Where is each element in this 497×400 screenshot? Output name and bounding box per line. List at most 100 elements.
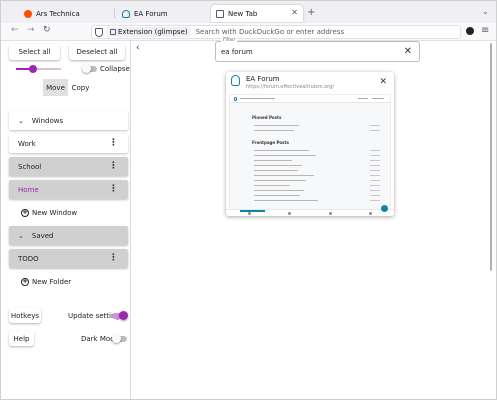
window-item-label: School: [18, 162, 42, 171]
thumbnail-post-line: [254, 170, 298, 171]
thumbnail-post-meta: [370, 155, 380, 156]
more-options-icon[interactable]: ⋮: [109, 161, 118, 171]
ars-technica-favicon-icon: [24, 9, 32, 18]
thumbnail-post-meta: [370, 125, 380, 126]
browser-window: Ars Technica EA Forum New Tab ✕ + ⌄ ← → …: [0, 0, 497, 400]
toggle-knob: [82, 64, 91, 73]
thumbnail-post-meta: [370, 175, 380, 176]
tab-label: New Tab: [228, 9, 258, 18]
window-item-school[interactable]: School ⋮: [9, 157, 128, 176]
hotkeys-button[interactable]: Hotkeys: [9, 308, 41, 323]
update-settings-toggle[interactable]: [112, 311, 128, 320]
filter-value: ea forum: [221, 48, 253, 56]
glimpse-sidebar: Select all Deselect all Collapse Move Co…: [1, 41, 131, 399]
move-mode-button[interactable]: Move: [43, 79, 68, 96]
thumbnail-post-meta: [370, 185, 380, 186]
zoom-slider-handle[interactable]: [29, 65, 37, 73]
new-window-label: New Window: [32, 208, 78, 217]
thumbnail-post-line: [254, 130, 294, 131]
deselect-all-button[interactable]: Deselect all: [69, 44, 125, 60]
more-options-icon[interactable]: ⋮: [109, 138, 118, 148]
thumbnail-post-line: [254, 155, 316, 156]
dark-mode-toggle[interactable]: [112, 334, 127, 343]
saved-section-header[interactable]: ⌄ Saved: [9, 226, 128, 245]
filter-input[interactable]: Filter ea forum ✕: [215, 37, 420, 62]
thumbnail-post-meta: [370, 170, 380, 171]
github-extension-icon[interactable]: [466, 27, 474, 35]
tab-preview-card[interactable]: EA Forum https://forum.effectivealtruism…: [226, 72, 394, 216]
thumbnail-post-line: [254, 165, 302, 166]
windows-header-label: Windows: [31, 116, 64, 125]
extension-identity-badge[interactable]: Extension (glimpse): [107, 27, 191, 37]
new-folder-label: New Folder: [32, 277, 72, 286]
main-scrollbar[interactable]: [490, 43, 492, 271]
card-title: EA Forum: [246, 75, 280, 83]
window-item-home[interactable]: Home ⋮: [9, 180, 128, 199]
thumbnail-nav-icon: [369, 212, 372, 215]
tab-separator: [114, 8, 115, 18]
ea-forum-favicon-icon: [122, 9, 130, 18]
more-options-icon[interactable]: ⋮: [109, 253, 118, 263]
url-placeholder: Search with DuckDuckGo or enter address: [195, 28, 345, 36]
tab-ars-technica[interactable]: Ars Technica: [19, 5, 111, 22]
thumbnail-header-link: [358, 98, 368, 99]
thumbnail-post-line: [254, 175, 314, 176]
select-all-button[interactable]: Select all: [9, 44, 60, 60]
forward-arrow-icon[interactable]: →: [27, 25, 35, 35]
thumbnail-post-line: [254, 160, 292, 161]
toggle-knob: [112, 334, 121, 343]
new-folder-button[interactable]: + New Folder: [9, 272, 128, 291]
window-item-work[interactable]: Work ⋮: [9, 134, 128, 153]
new-window-button[interactable]: + New Window: [9, 203, 128, 222]
thumbnail-post-meta: [370, 160, 380, 161]
move-copy-toggle-group: Move Copy: [43, 79, 93, 96]
windows-section-header[interactable]: ⌄ Windows: [9, 111, 128, 130]
thumbnail-post-meta: [370, 180, 380, 181]
tab-new-tab[interactable]: New Tab ✕: [211, 5, 303, 22]
extension-puzzle-icon: [110, 29, 116, 35]
tab-ea-forum[interactable]: EA Forum: [117, 5, 209, 22]
thumbnail-post-line: [254, 190, 304, 191]
close-tab-icon[interactable]: ✕: [291, 8, 298, 17]
clear-filter-icon[interactable]: ✕: [404, 46, 412, 57]
window-item-label: Work: [18, 139, 36, 148]
chevron-down-icon: ⌄: [18, 231, 24, 240]
tab-strip: Ars Technica EA Forum New Tab ✕ + ⌄: [1, 1, 496, 23]
collapse-sidebar-chevron-icon[interactable]: ‹: [136, 43, 140, 53]
thumbnail-active-tab-indicator: [240, 210, 265, 212]
shield-icon[interactable]: [95, 27, 103, 37]
list-all-tabs-chevron-icon[interactable]: ⌄: [482, 7, 489, 16]
page-thumbnail: Pinned Posts Frontpage Posts: [229, 94, 391, 210]
collapse-toggle[interactable]: [82, 64, 97, 73]
thumbnail-section-title: Frontpage Posts: [252, 140, 289, 145]
tab-label: Ars Technica: [36, 9, 80, 18]
new-tab-button[interactable]: +: [307, 7, 315, 18]
hamburger-menu-icon[interactable]: ≡: [481, 25, 489, 36]
thumbnail-post-line: [254, 125, 299, 126]
thumbnail-post-line: [254, 180, 306, 181]
thumbnail-post-line: [254, 185, 290, 186]
thumbnail-post-line: [254, 200, 318, 201]
tab-label: EA Forum: [134, 9, 168, 18]
thumbnail-nav-icon: [288, 212, 291, 215]
thumbnail-header-text: [240, 98, 275, 99]
page-icon: [216, 9, 224, 18]
filter-legend: Filter: [221, 37, 238, 43]
saved-item-label: TODO: [18, 254, 39, 263]
thumbnail-post-meta: [370, 200, 380, 201]
reload-icon[interactable]: ↻: [43, 25, 51, 35]
toggle-knob: [119, 311, 128, 320]
thumbnail-post-meta: [370, 150, 380, 151]
navigation-bar: ← → ↻ Extension (glimpse) Search with Du…: [1, 23, 496, 41]
more-options-icon[interactable]: ⋮: [109, 184, 118, 194]
thumbnail-logo-icon: [234, 97, 237, 101]
saved-item-todo[interactable]: TODO ⋮: [9, 249, 128, 268]
back-arrow-icon[interactable]: ←: [11, 25, 19, 35]
thumbnail-bottom-nav: [226, 209, 394, 216]
help-button[interactable]: Help: [9, 331, 34, 346]
url-bar[interactable]: Extension (glimpse) Search with DuckDuck…: [91, 25, 461, 39]
card-url: https://forum.effectivealtruism.org/: [246, 84, 335, 90]
close-card-icon[interactable]: ✕: [379, 77, 387, 87]
copy-mode-button[interactable]: Copy: [68, 79, 93, 96]
thumbnail-post-line: [254, 150, 309, 151]
